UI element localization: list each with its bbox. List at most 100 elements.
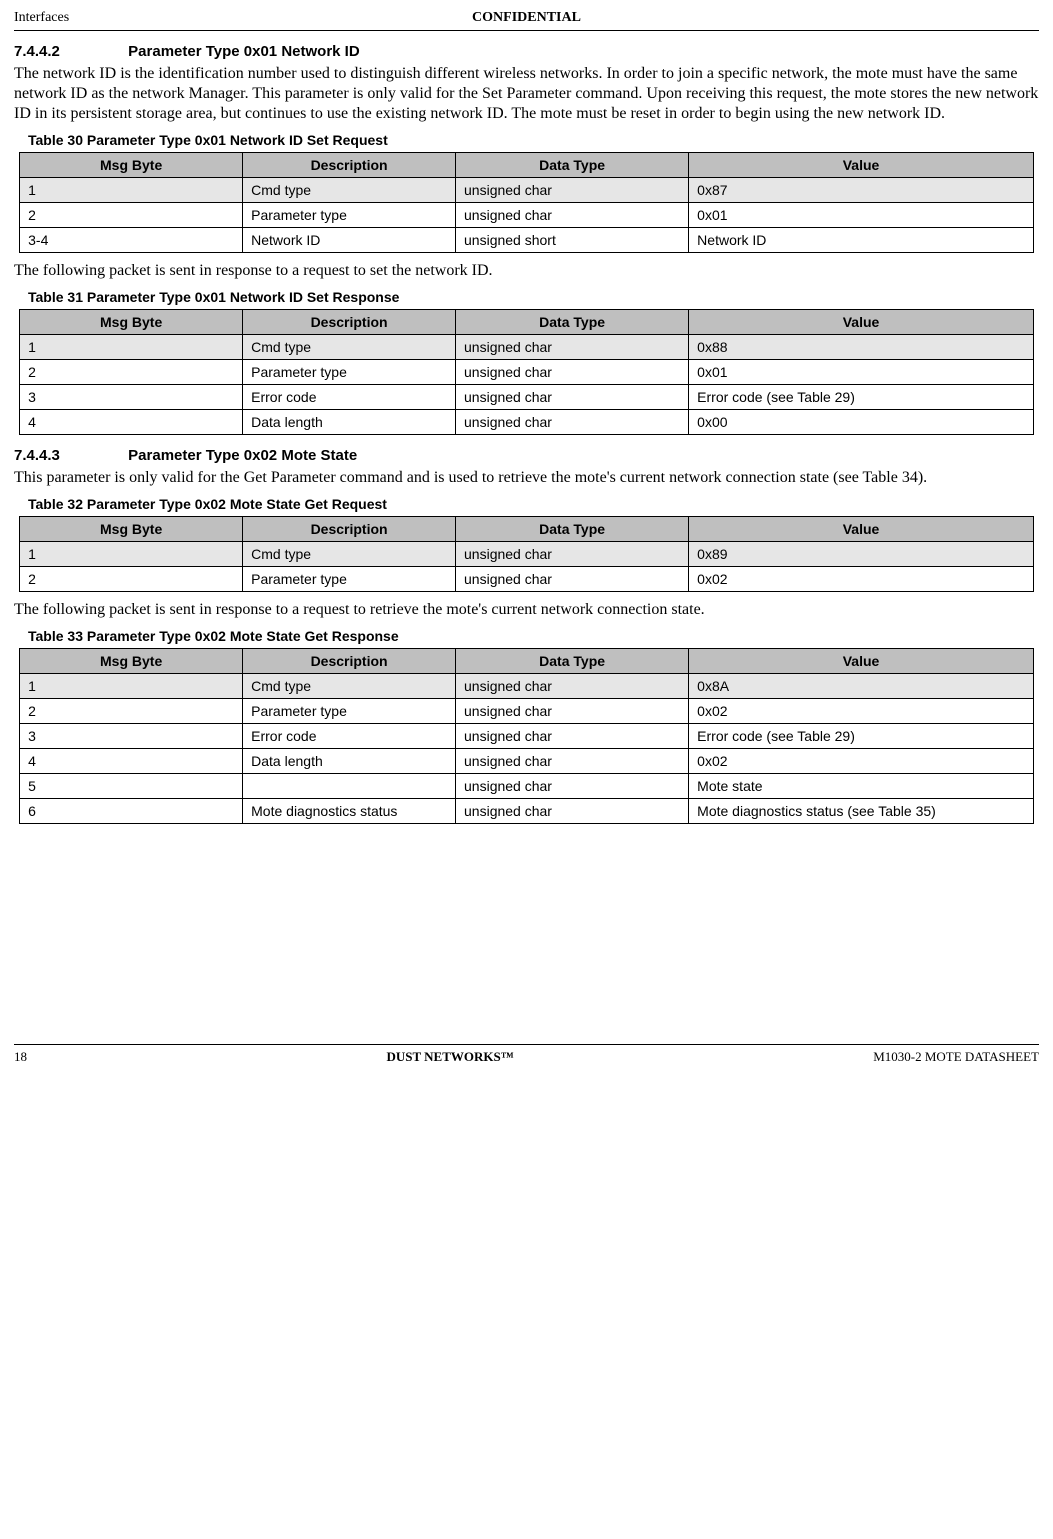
table-cell: 0x8A bbox=[689, 674, 1034, 699]
table33-caption: Table 33 Parameter Type 0x02 Mote State … bbox=[28, 628, 1039, 644]
table33-header-row: Msg Byte Description Data Type Value bbox=[20, 649, 1034, 674]
section2-body: This parameter is only valid for the Get… bbox=[14, 468, 1039, 488]
table31: Msg Byte Description Data Type Value 1Cm… bbox=[19, 309, 1034, 435]
table-row: 1Cmd typeunsigned char0x8A bbox=[20, 674, 1034, 699]
table-header: Msg Byte bbox=[20, 310, 243, 335]
table-cell: Mote state bbox=[689, 774, 1034, 799]
table-cell: unsigned short bbox=[456, 228, 689, 253]
section-title: Parameter Type 0x01 Network ID bbox=[128, 43, 360, 60]
table-cell: Network ID bbox=[689, 228, 1034, 253]
table-cell: unsigned char bbox=[456, 774, 689, 799]
table-cell: unsigned char bbox=[456, 749, 689, 774]
section-title: Parameter Type 0x02 Mote State bbox=[128, 447, 357, 464]
table-row: 5 unsigned charMote state bbox=[20, 774, 1034, 799]
table-row: 1Cmd typeunsigned char0x88 bbox=[20, 335, 1034, 360]
table-cell: unsigned char bbox=[456, 360, 689, 385]
table-cell: unsigned char bbox=[456, 799, 689, 824]
table-cell: unsigned char bbox=[456, 699, 689, 724]
table-cell: Cmd type bbox=[243, 335, 456, 360]
page-header: Interfaces CONFIDENTIAL Interfaces bbox=[14, 10, 1039, 26]
table-cell: Mote diagnostics status bbox=[243, 799, 456, 824]
table-header: Description bbox=[243, 517, 456, 542]
table-header: Value bbox=[689, 517, 1034, 542]
table-header: Data Type bbox=[456, 649, 689, 674]
table-cell: Error code bbox=[243, 385, 456, 410]
table-cell: unsigned char bbox=[456, 410, 689, 435]
table-cell: 1 bbox=[20, 335, 243, 360]
table-cell: 0x00 bbox=[689, 410, 1034, 435]
table-cell: 1 bbox=[20, 542, 243, 567]
table-cell: Error code (see Table 29) bbox=[689, 724, 1034, 749]
table31-caption: Table 31 Parameter Type 0x01 Network ID … bbox=[28, 289, 1039, 305]
table-cell: Parameter type bbox=[243, 203, 456, 228]
table-cell: 5 bbox=[20, 774, 243, 799]
table-cell: 0x02 bbox=[689, 567, 1034, 592]
table-row: 3Error codeunsigned charError code (see … bbox=[20, 385, 1034, 410]
table-row: 3-4Network IDunsigned shortNetwork ID bbox=[20, 228, 1034, 253]
table-cell bbox=[243, 774, 456, 799]
table-cell: 3 bbox=[20, 724, 243, 749]
table-cell: 0x89 bbox=[689, 542, 1034, 567]
table-cell: unsigned char bbox=[456, 385, 689, 410]
footer-center: DUST NETWORKS™ bbox=[27, 1049, 873, 1065]
table-cell: 0x02 bbox=[689, 749, 1034, 774]
table-cell: 6 bbox=[20, 799, 243, 824]
table-cell: 3 bbox=[20, 385, 243, 410]
table-cell: Cmd type bbox=[243, 674, 456, 699]
table-row: 2Parameter typeunsigned char0x01 bbox=[20, 203, 1034, 228]
table-row: 2Parameter typeunsigned char0x02 bbox=[20, 699, 1034, 724]
table-row: 1Cmd typeunsigned char0x87 bbox=[20, 178, 1034, 203]
footer-rule bbox=[14, 1044, 1039, 1045]
table-header: Value bbox=[689, 153, 1034, 178]
table-cell: Mote diagnostics status (see Table 35) bbox=[689, 799, 1034, 824]
table30-body: 1Cmd typeunsigned char0x872Parameter typ… bbox=[20, 178, 1034, 253]
table-row: 4Data lengthunsigned char0x02 bbox=[20, 749, 1034, 774]
table32-caption: Table 32 Parameter Type 0x02 Mote State … bbox=[28, 496, 1039, 512]
table30: Msg Byte Description Data Type Value 1Cm… bbox=[19, 152, 1034, 253]
section-heading-7-4-4-3: 7.4.4.3 Parameter Type 0x02 Mote State bbox=[14, 447, 1039, 464]
table-cell: 2 bbox=[20, 567, 243, 592]
table-row: 2Parameter typeunsigned char0x02 bbox=[20, 567, 1034, 592]
table-cell: 0x87 bbox=[689, 178, 1034, 203]
table-cell: Error code (see Table 29) bbox=[689, 385, 1034, 410]
table-cell: Cmd type bbox=[243, 542, 456, 567]
table-cell: Network ID bbox=[243, 228, 456, 253]
table-header: Description bbox=[243, 649, 456, 674]
table-cell: 0x01 bbox=[689, 360, 1034, 385]
table-header: Data Type bbox=[456, 310, 689, 335]
table-cell: 0x02 bbox=[689, 699, 1034, 724]
table-row: 2Parameter typeunsigned char0x01 bbox=[20, 360, 1034, 385]
header-rule bbox=[14, 30, 1039, 31]
table-cell: 2 bbox=[20, 360, 243, 385]
table-row: 3Error codeunsigned charError code (see … bbox=[20, 724, 1034, 749]
table30-header-row: Msg Byte Description Data Type Value bbox=[20, 153, 1034, 178]
table-cell: 0x01 bbox=[689, 203, 1034, 228]
table-cell: Cmd type bbox=[243, 178, 456, 203]
text-after-t30: The following packet is sent in response… bbox=[14, 261, 1039, 281]
page-footer: 18 DUST NETWORKS™ M1030-2 MOTE DATASHEET bbox=[14, 1044, 1039, 1065]
table-cell: unsigned char bbox=[456, 178, 689, 203]
table-cell: 4 bbox=[20, 410, 243, 435]
table30-caption: Table 30 Parameter Type 0x01 Network ID … bbox=[28, 132, 1039, 148]
table-cell: Parameter type bbox=[243, 360, 456, 385]
table31-header-row: Msg Byte Description Data Type Value bbox=[20, 310, 1034, 335]
table32-body: 1Cmd typeunsigned char0x892Parameter typ… bbox=[20, 542, 1034, 592]
table-header: Value bbox=[689, 310, 1034, 335]
table-row: 1Cmd typeunsigned char0x89 bbox=[20, 542, 1034, 567]
table32-header-row: Msg Byte Description Data Type Value bbox=[20, 517, 1034, 542]
table-cell: 4 bbox=[20, 749, 243, 774]
table-cell: Parameter type bbox=[243, 567, 456, 592]
table-cell: unsigned char bbox=[456, 335, 689, 360]
table-cell: unsigned char bbox=[456, 567, 689, 592]
table-row: 6Mote diagnostics statusunsigned charMot… bbox=[20, 799, 1034, 824]
table-cell: unsigned char bbox=[456, 674, 689, 699]
header-center: CONFIDENTIAL bbox=[69, 10, 984, 26]
footer-right: M1030-2 MOTE DATASHEET bbox=[873, 1049, 1039, 1065]
table-cell: Data length bbox=[243, 410, 456, 435]
header-left: Interfaces bbox=[14, 10, 69, 26]
table-cell: 1 bbox=[20, 178, 243, 203]
table-cell: Parameter type bbox=[243, 699, 456, 724]
table-cell: 3-4 bbox=[20, 228, 243, 253]
table-header: Msg Byte bbox=[20, 517, 243, 542]
table-header: Msg Byte bbox=[20, 153, 243, 178]
